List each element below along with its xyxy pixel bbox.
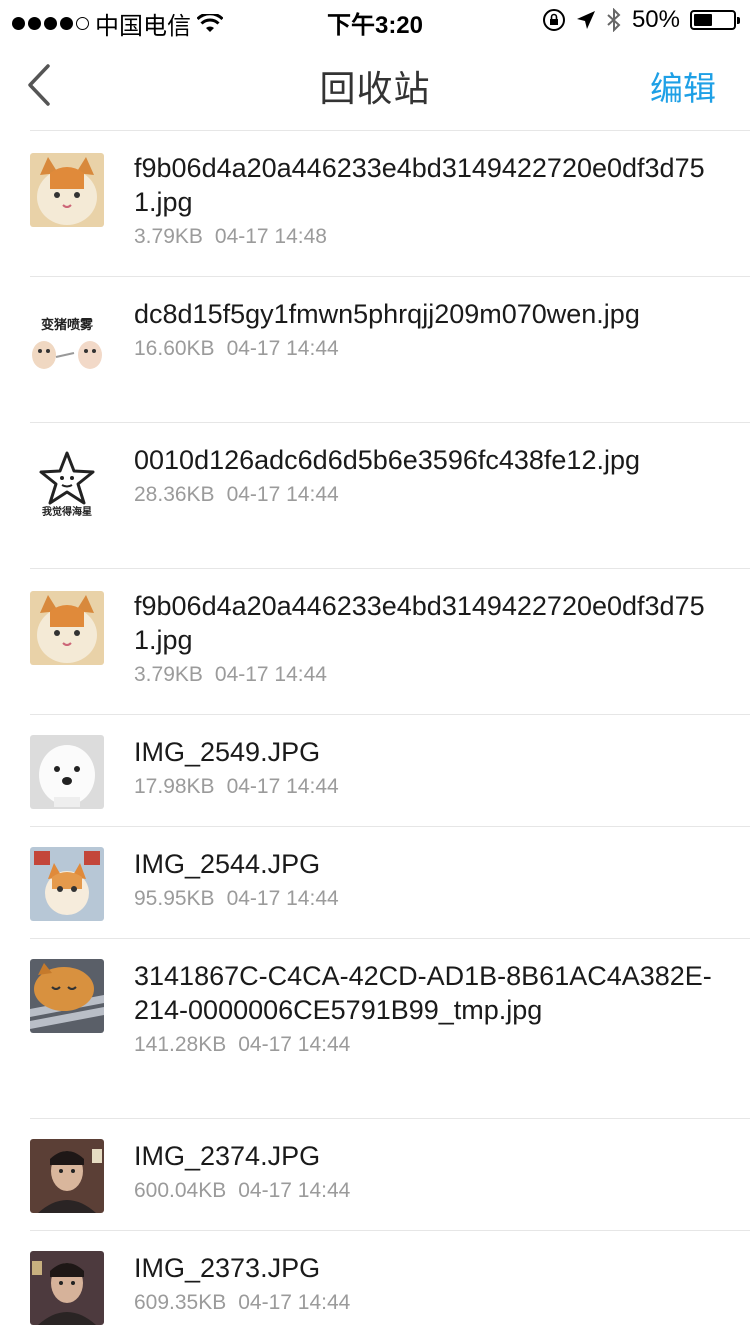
file-name: 3141867C-C4CA-42CD-AD1B-8B61AC4A382E-214… <box>134 961 712 1025</box>
file-time: 04-17 14:44 <box>214 663 327 686</box>
sticker-text: 变猪喷雾 <box>41 317 94 333</box>
list-item[interactable]: f9b06d4a20a446233e4bd3149422720e0df3d751… <box>30 568 750 714</box>
file-meta: 141.28KB 04-17 14:44 <box>134 1033 720 1057</box>
bluetooth-icon <box>607 8 621 32</box>
file-name: IMG_2549.JPG <box>134 737 321 767</box>
file-size: 28.36KB <box>134 483 215 506</box>
cat-meme-icon <box>30 591 104 665</box>
location-arrow-icon <box>576 11 595 29</box>
sticker-caption: 我觉得海星 <box>42 505 92 518</box>
list-item[interactable]: 变猪喷雾 dc8d15f5gy1fmwn5phrqjj209m070wen.jp… <box>30 276 750 422</box>
file-size: 141.28KB <box>134 1033 227 1056</box>
file-meta: 3.79KB 04-17 14:48 <box>134 225 720 249</box>
list-item[interactable]: 3141867C-C4CA-42CD-AD1B-8B61AC4A382E-214… <box>30 938 750 1118</box>
file-name: 0010d126adc6d6d5b6e3596fc438fe12.jpg <box>134 445 640 475</box>
file-time: 04-17 14:44 <box>238 1291 351 1314</box>
status-bar: 中国电信 下午3:20 50% <box>0 0 750 40</box>
starfish-meme-icon: 我觉得海星 <box>30 445 104 519</box>
file-name: IMG_2544.JPG <box>134 849 321 879</box>
file-name: f9b06d4a20a446233e4bd3149422720e0df3d751… <box>134 153 705 217</box>
orientation-lock-icon <box>542 9 565 31</box>
battery-icon <box>690 10 740 30</box>
battery-percent: 50% <box>631 6 680 33</box>
sleeping-cat-icon <box>30 959 104 1033</box>
file-meta: 609.35KB 04-17 14:44 <box>134 1291 720 1315</box>
file-time: 04-17 14:44 <box>238 1179 351 1202</box>
portrait-icon <box>30 1251 104 1325</box>
file-meta: 16.60KB 04-17 14:44 <box>134 337 720 361</box>
sticker-text-icon: 变猪喷雾 <box>30 309 104 383</box>
list-item[interactable]: IMG_2549.JPG 17.98KB 04-17 14:44 <box>30 714 750 826</box>
file-time: 04-17 14:44 <box>226 483 339 506</box>
file-size: 3.79KB <box>134 663 203 686</box>
file-name: f9b06d4a20a446233e4bd3149422720e0df3d751… <box>134 591 705 655</box>
file-size: 609.35KB <box>134 1291 227 1314</box>
cat-meme-icon <box>30 847 104 921</box>
status-right-group: 50% <box>542 6 740 34</box>
file-meta: 28.36KB 04-17 14:44 <box>134 483 720 507</box>
page-title: 回收站 <box>319 68 431 109</box>
edit-button[interactable]: 编辑 <box>650 62 716 110</box>
file-size: 17.98KB <box>134 775 215 798</box>
file-name: IMG_2373.JPG <box>134 1253 321 1283</box>
file-time: 04-17 14:44 <box>226 775 339 798</box>
recycle-bin-list: f9b06d4a20a446233e4bd3149422720e0df3d751… <box>0 130 750 1342</box>
list-item[interactable]: 我觉得海星 0010d126adc6d6d5b6e3596fc438fe12.j… <box>30 422 750 568</box>
portrait-icon <box>30 1139 104 1213</box>
cat-meme-icon <box>30 153 104 227</box>
dog-meme-icon <box>30 735 104 809</box>
file-meta: 600.04KB 04-17 14:44 <box>134 1179 720 1203</box>
file-name: IMG_2374.JPG <box>134 1141 321 1171</box>
file-meta: 95.95KB 04-17 14:44 <box>134 887 720 911</box>
file-meta: 17.98KB 04-17 14:44 <box>134 775 720 799</box>
file-meta: 3.79KB 04-17 14:44 <box>134 663 720 687</box>
file-size: 16.60KB <box>134 337 215 360</box>
file-time: 04-17 14:44 <box>238 1033 351 1056</box>
file-name: dc8d15f5gy1fmwn5phrqjj209m070wen.jpg <box>134 299 640 329</box>
file-size: 3.79KB <box>134 225 203 248</box>
list-item[interactable]: f9b06d4a20a446233e4bd3149422720e0df3d751… <box>30 130 750 276</box>
file-time: 04-17 14:44 <box>226 887 339 910</box>
file-size: 95.95KB <box>134 887 215 910</box>
file-time: 04-17 14:44 <box>226 337 339 360</box>
file-size: 600.04KB <box>134 1179 227 1202</box>
file-time: 04-17 14:48 <box>214 225 327 248</box>
list-item[interactable]: IMG_2373.JPG 609.35KB 04-17 14:44 <box>30 1230 750 1342</box>
navigation-bar: 回收站 编辑 <box>0 40 750 130</box>
list-item[interactable]: IMG_2374.JPG 600.04KB 04-17 14:44 <box>30 1118 750 1230</box>
list-item[interactable]: IMG_2544.JPG 95.95KB 04-17 14:44 <box>30 826 750 938</box>
